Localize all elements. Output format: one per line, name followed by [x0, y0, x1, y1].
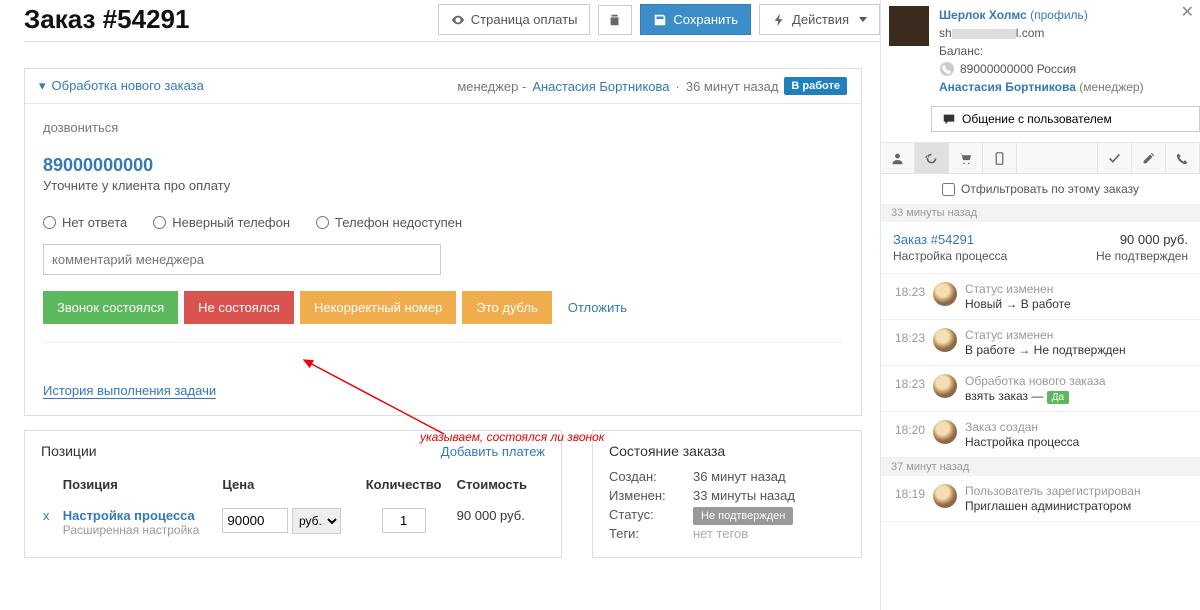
feed-body: Новый → В работе — [965, 297, 1071, 311]
copy-button[interactable] — [598, 5, 632, 35]
table-row: x Настройка процесса Расширенная настрой… — [43, 502, 543, 543]
item-subtitle: Расширенная настройка — [63, 523, 211, 537]
chat-button[interactable]: Общение с пользователем — [931, 106, 1200, 132]
bolt-icon — [772, 13, 786, 27]
eye-icon — [451, 13, 465, 27]
sidebar-tabs — [881, 142, 1200, 174]
filter-checkbox[interactable] — [942, 183, 955, 196]
page-title: Заказ #54291 — [24, 4, 430, 35]
feed-time: 18:23 — [891, 374, 925, 403]
feed-body: Настройка процесса — [965, 435, 1079, 449]
phone-note: Уточните у клиента про оплату — [43, 178, 843, 193]
save-icon — [653, 13, 667, 27]
col-qty: Количество — [363, 471, 455, 500]
time-separator: 37 минут назад — [881, 458, 1200, 476]
duplicate-button[interactable]: Это дубль — [462, 291, 551, 324]
positions-title: Позиции — [41, 443, 97, 459]
call-done-button[interactable]: Звонок состоялся — [43, 291, 178, 324]
feed-time: 18:23 — [891, 328, 925, 357]
feed-order-summary: Заказ #5429190 000 руб. Настройка процес… — [881, 222, 1200, 274]
close-icon[interactable]: ✕ — [1181, 2, 1194, 22]
tab-cart[interactable] — [949, 143, 983, 173]
task-label: дозвониться — [43, 120, 843, 135]
filter-label: Отфильтровать по этому заказу — [961, 182, 1139, 196]
chat-icon — [942, 112, 956, 126]
radio-no-answer[interactable]: Нет ответа — [43, 215, 127, 230]
activity-feed: 33 минуты назад Заказ #5429190 000 руб. … — [881, 204, 1200, 610]
customer-phone: 89000000000 — [43, 155, 843, 176]
caret-down-icon — [859, 17, 867, 22]
feed-heading: Статус изменен — [965, 282, 1071, 296]
col-position: Позиция — [63, 471, 221, 500]
save-button[interactable]: Сохранить — [640, 4, 751, 35]
add-payment-link[interactable]: Добавить платеж — [441, 444, 545, 459]
call-not-done-button[interactable]: Не состоялся — [184, 291, 294, 324]
feed-item: 18:23 Статус измененНовый → В работе — [881, 274, 1200, 320]
feed-avatar — [933, 374, 957, 398]
time-separator: 33 минуты назад — [881, 204, 1200, 222]
profile-email: shl.com — [939, 24, 1144, 42]
feed-heading: Статус изменен — [965, 328, 1126, 342]
feed-avatar — [933, 328, 957, 352]
col-price: Цена — [222, 471, 360, 500]
feed-body: взять заказ — Да — [965, 389, 1106, 403]
feed-avatar — [933, 484, 957, 508]
actions-dropdown[interactable]: Действия — [759, 4, 880, 35]
feed-order-link[interactable]: Заказ #54291 — [893, 232, 974, 247]
postpone-link[interactable]: Отложить — [568, 300, 627, 315]
feed-item: 18:23 Статус измененВ работе → Не подтвер… — [881, 320, 1200, 366]
feed-body: В работе → Не подтвержден — [965, 343, 1126, 357]
feed-time: 18:19 — [891, 484, 925, 513]
status-badge: В работе — [784, 77, 847, 95]
panel-toggle[interactable]: Обработка нового заказа — [39, 78, 204, 94]
manager-comment-input[interactable] — [43, 244, 441, 275]
feed-heading: Пользователь зарегистрирован — [965, 484, 1141, 498]
feed-heading: Заказ создан — [965, 420, 1079, 434]
qty-input[interactable] — [382, 508, 426, 533]
bad-number-button[interactable]: Некорректный номер — [300, 291, 456, 324]
item-cost: 90 000 руб. — [457, 502, 543, 543]
tab-call[interactable] — [1166, 143, 1200, 173]
time-ago: 36 минут назад — [686, 79, 779, 94]
annotation-text: указываем, состоялся ли звонок — [420, 430, 604, 444]
task-history-link[interactable]: История выполнения задачи — [43, 383, 216, 399]
manager-link[interactable]: Анастасия Бортникова — [532, 79, 669, 94]
copy-icon — [608, 13, 622, 27]
feed-item: 18:19 Пользователь зарегистрированПриглаш… — [881, 476, 1200, 522]
profile-phone: 89000000000 Россия — [960, 60, 1076, 78]
phone-icon — [939, 61, 955, 77]
feed-time: 18:20 — [891, 420, 925, 449]
avatar — [889, 6, 929, 46]
tab-check[interactable] — [1098, 143, 1132, 173]
title-bar: Заказ #54291 Страница оплаты Сохранить Д… — [24, 0, 880, 42]
call-result-radios: Нет ответа Неверный телефон Телефон недо… — [43, 215, 843, 230]
sidebar: Шерлок Холмс (профиль) shl.com Баланс: 8… — [880, 0, 1200, 610]
balance-label: Баланс: — [939, 42, 1144, 60]
currency-select[interactable]: руб. — [292, 508, 341, 534]
feed-heading: Обработка нового заказа — [965, 374, 1106, 388]
feed-item: 18:20 Заказ созданНастройка процесса — [881, 412, 1200, 458]
tab-device[interactable] — [983, 143, 1017, 173]
feed-avatar — [933, 282, 957, 306]
feed-amount: 90 000 руб. — [1120, 232, 1188, 247]
tab-user[interactable] — [881, 143, 915, 173]
profile-name-link[interactable]: Шерлок Холмс — [939, 8, 1027, 22]
feed-item: 18:23 Обработка нового заказавзять заказ … — [881, 366, 1200, 412]
tab-history[interactable] — [915, 143, 949, 173]
feed-body: Приглашен администратором — [965, 499, 1141, 513]
order-status-badge: Не подтвержден — [693, 507, 793, 525]
col-cost: Стоимость — [457, 471, 543, 500]
radio-bad-phone[interactable]: Неверный телефон — [153, 215, 290, 230]
pay-page-button[interactable]: Страница оплаты — [438, 4, 591, 35]
remove-item[interactable]: x — [43, 508, 50, 523]
tab-edit[interactable] — [1132, 143, 1166, 173]
feed-time: 18:23 — [891, 282, 925, 311]
radio-unavailable[interactable]: Телефон недоступен — [316, 215, 462, 230]
item-name[interactable]: Настройка процесса — [63, 508, 211, 523]
price-input[interactable] — [222, 508, 288, 533]
order-state-title: Состояние заказа — [609, 443, 725, 459]
profile-manager-link[interactable]: Анастасия Бортникова — [939, 80, 1076, 94]
feed-avatar — [933, 420, 957, 444]
